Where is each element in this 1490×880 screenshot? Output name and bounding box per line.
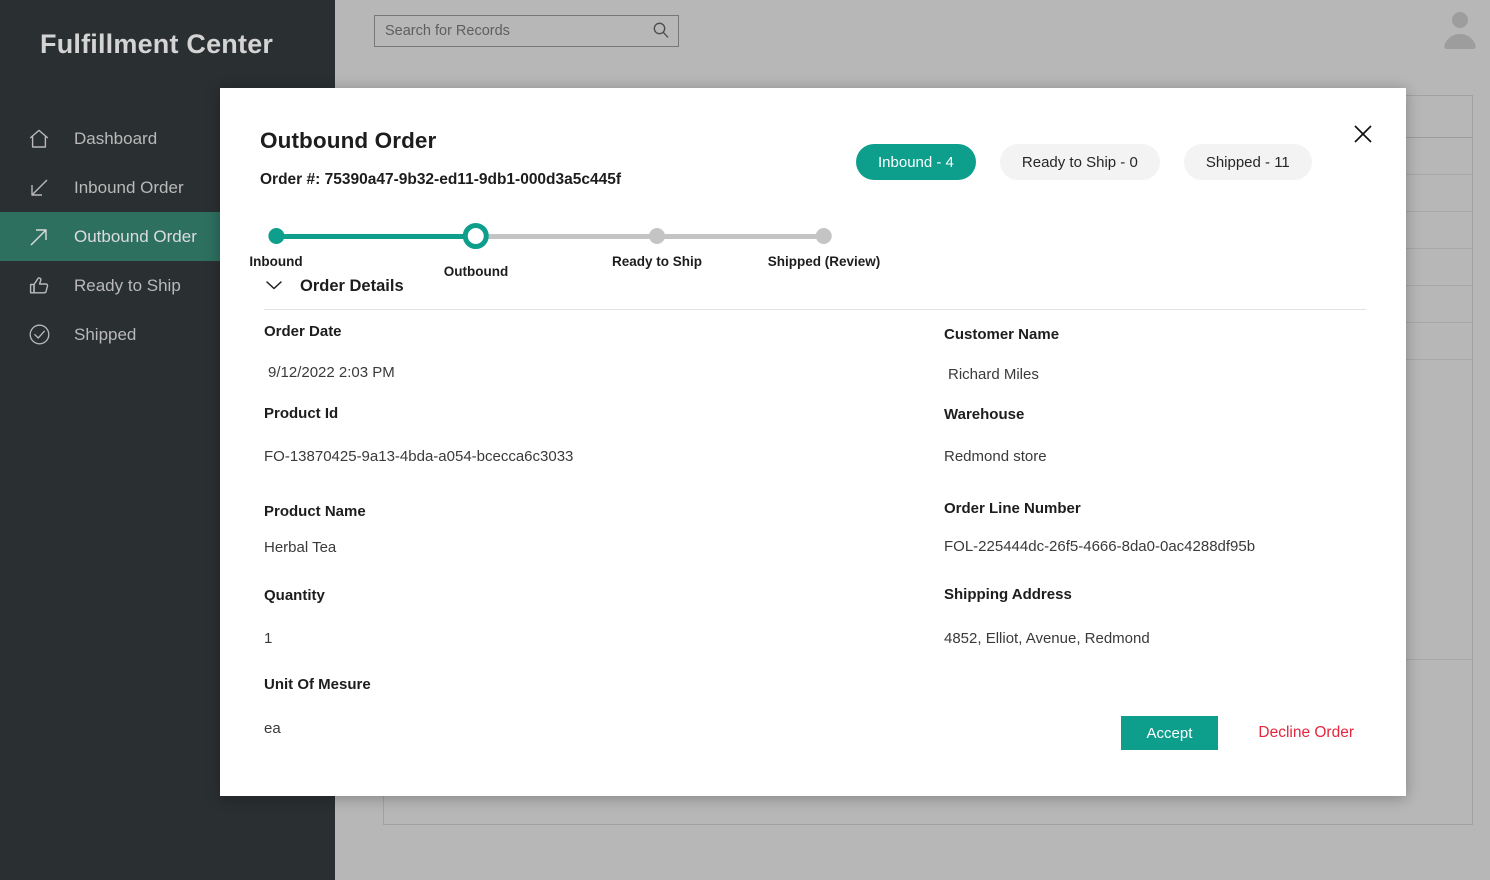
field-quantity: Quantity 1 [264,587,944,647]
field-value: FO-13870425-9a13-4bda-a054-bcecca6c3033 [264,447,574,465]
field-value: ea [264,719,281,737]
field-label: Order Line Number [944,500,1081,517]
stepper-label: Outbound [443,264,509,279]
field-value: Richard Miles [948,365,1039,383]
pill-inbound[interactable]: Inbound - 4 [856,144,976,180]
stepper-step-inbound[interactable]: Inbound [249,214,303,269]
field-value: 1 [264,629,273,647]
field-product-name: Product Name Herbal Tea [264,503,944,556]
close-button[interactable] [1348,120,1378,150]
sidebar-item-label: Inbound Order [74,177,184,197]
order-number: Order #: 75390a47-9b32-ed11-9db1-000d3a5… [260,171,622,188]
order-details-toggle[interactable]: Order Details [264,277,404,296]
order-details-left-column: Order Date 9/12/2022 2:03 PM Product Id … [264,320,944,737]
stepper-dot [648,228,665,244]
field-product-id: Product Id FO-13870425-9a13-4bda-a054-bc… [264,405,944,465]
field-unit-of-measure: Unit Of Mesure ea [264,676,944,737]
stepper-step-shipped[interactable]: Shipped (Review) [768,214,881,269]
sidebar-item-label: Dashboard [74,128,158,148]
order-details-label: Order Details [300,277,404,295]
chevron-down-icon [264,278,284,295]
field-order-date: Order Date 9/12/2022 2:03 PM [264,323,944,381]
order-details-grid: Order Date 9/12/2022 2:03 PM Product Id … [264,320,1374,737]
field-value: Redmond store [944,447,1047,465]
home-icon [26,126,52,152]
field-label: Order Date [264,323,342,340]
field-order-line-number: Order Line Number FOL-225444dc-26f5-4666… [944,500,1374,555]
stepper-dot [815,228,832,244]
field-value: FOL-225444dc-26f5-4666-8da0-0ac4288df95b [944,537,1256,555]
field-label: Shipping Address [944,586,1072,603]
pill-shipped[interactable]: Shipped - 11 [1183,144,1312,180]
stepper-label: Shipped (Review) [767,254,881,269]
field-value: 4852, Elliot, Avenue, Redmond [944,629,1150,647]
field-shipping-address: Shipping Address 4852, Elliot, Avenue, R… [944,586,1374,647]
order-progress-stepper: Inbound Outbound Ready to Ship Shipped (… [249,214,880,279]
outbound-order-dialog: Outbound Order Order #: 75390a47-9b32-ed… [220,88,1406,796]
thumbs-up-icon [26,273,52,299]
field-label: Quantity [264,587,325,604]
app-title: Fulfillment Center [40,28,274,59]
status-filter-pills: Inbound - 4 Ready to Ship - 0 Shipped - … [856,144,1312,180]
field-value: 9/12/2022 2:03 PM [268,363,395,381]
sidebar-item-label: Outbound Order [74,226,197,246]
field-warehouse: Warehouse Redmond store [944,406,1374,465]
field-label: Product Id [264,405,339,422]
sidebar-item-label: Shipped [74,324,137,344]
dialog-actions: Accept Decline Order [1120,716,1370,750]
field-label: Product Name [264,503,366,520]
sidebar-item-label: Ready to Ship [74,275,181,295]
app-root: Fulfillment Center Dashboard [0,0,1490,880]
order-details-right-column: Customer Name Richard Miles Warehouse Re… [944,320,1374,737]
arrow-up-right-icon [26,224,52,250]
field-label: Unit Of Mesure [264,676,371,693]
stepper-label: Inbound [249,254,303,269]
arrow-down-left-icon [26,175,52,201]
stepper-dot [267,228,284,244]
close-icon [1352,123,1374,148]
stepper-step-outbound[interactable]: Outbound [444,214,508,279]
stepper-label: Ready to Ship [611,254,702,269]
field-customer-name: Customer Name Richard Miles [944,326,1374,383]
check-circle-icon [26,322,52,348]
section-divider [264,309,1366,310]
field-value: Herbal Tea [264,538,337,556]
pill-ready-to-ship[interactable]: Ready to Ship - 0 [999,144,1160,180]
field-label: Warehouse [944,406,1025,423]
decline-order-button[interactable]: Decline Order [1218,724,1370,742]
field-label: Customer Name [944,326,1060,343]
page-title: Outbound Order [260,128,437,153]
stepper-dot-current [462,223,489,249]
stepper-step-ready-to-ship[interactable]: Ready to Ship [612,214,702,269]
accept-button[interactable]: Accept [1120,716,1219,750]
